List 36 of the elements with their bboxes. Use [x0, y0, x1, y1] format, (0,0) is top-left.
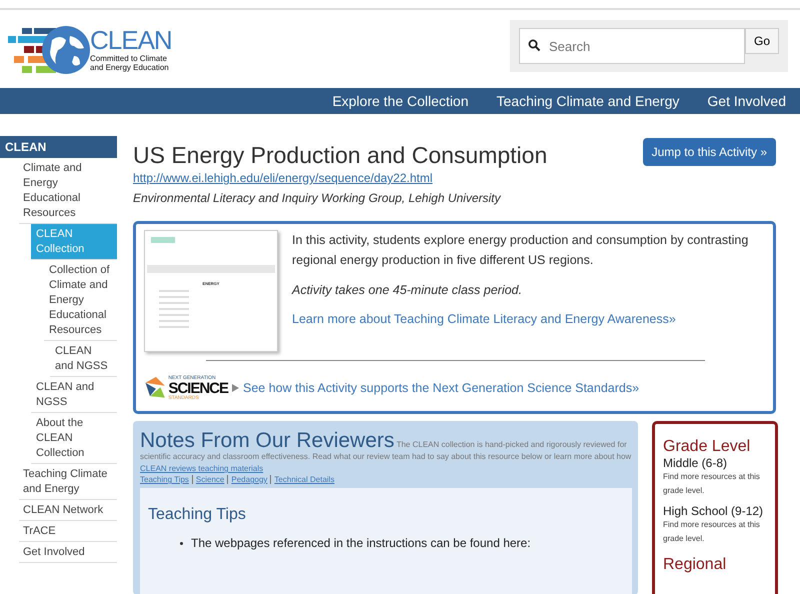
learn-more-link[interactable]: Learn more about Teaching Climate Literacy and Energy Awareness» — [292, 312, 676, 326]
logo-tagline: Committed to Climate and Energy Education — [90, 54, 170, 72]
search-field[interactable]: Search — [519, 28, 745, 64]
ngss-logo-wordmark: SCIENCE — [168, 380, 228, 396]
grade-level-link[interactable]: Middle (6-8) — [663, 456, 769, 470]
tip-text: The webpages referenced in the instructions can be found here: — [191, 536, 531, 550]
sidebar-item[interactable]: Get Involved — [19, 542, 117, 563]
grade-level-link[interactable]: High School (9-12) — [663, 504, 769, 518]
sidebar-item[interactable]: Collection of Climate and Energy Educational Resources — [44, 260, 117, 341]
activity-description: In this activity, students explore energy production and consumption by contrasting regional energy production in five different US regions. — [292, 232, 750, 269]
search-icon — [528, 39, 541, 52]
sidebar-item[interactable]: CLEAN and NGSS — [31, 377, 117, 413]
duration-text: Activity takes one 45-minute class period. — [292, 282, 523, 299]
sidebar-item[interactable]: CLEAN and NGSS — [50, 341, 117, 377]
page-title: US Energy Production and Consumption — [133, 142, 548, 169]
regional-heading: Regional — [663, 556, 728, 574]
jump-button[interactable]: Jump to this Activity » — [642, 138, 776, 166]
source-text: Environmental Literacy and Inquiry Working Group, Lehigh University — [133, 191, 502, 205]
nav-link[interactable]: Teaching Climate and Energy — [496, 93, 680, 109]
ngss-link[interactable]: See how this Activity supports the Next Generation Science Standards» — [243, 381, 640, 395]
sidebar-heading: CLEAN — [0, 136, 117, 158]
sidebar-item[interactable]: CLEAN Network — [19, 500, 117, 521]
sidebar-item[interactable]: About the CLEAN Collection — [31, 413, 117, 464]
logo-wordmark: CLEAN — [90, 26, 172, 54]
grade-level-note: Find more resources at this grade level. — [663, 519, 761, 545]
resource-url-link[interactable]: http://www.ei.lehigh.edu/eli/energy/sequence/day22.html — [133, 171, 776, 185]
sidebar-item[interactable]: TrACE — [19, 521, 117, 542]
bullet-icon — [180, 542, 183, 544]
teaching-tips-heading: Teaching Tips — [148, 506, 247, 524]
go-button[interactable]: Go — [744, 28, 779, 54]
nav-link[interactable]: Get Involved — [707, 93, 786, 109]
sidebar-item[interactable]: Teaching Climate and Energy — [19, 464, 117, 500]
nav-link[interactable]: Explore the Collection — [332, 93, 468, 109]
triangle-bullet-icon — [232, 384, 239, 392]
grade-level-note: Find more resources at this grade level. — [663, 471, 761, 497]
grade-level-heading: Grade Level — [663, 438, 752, 456]
